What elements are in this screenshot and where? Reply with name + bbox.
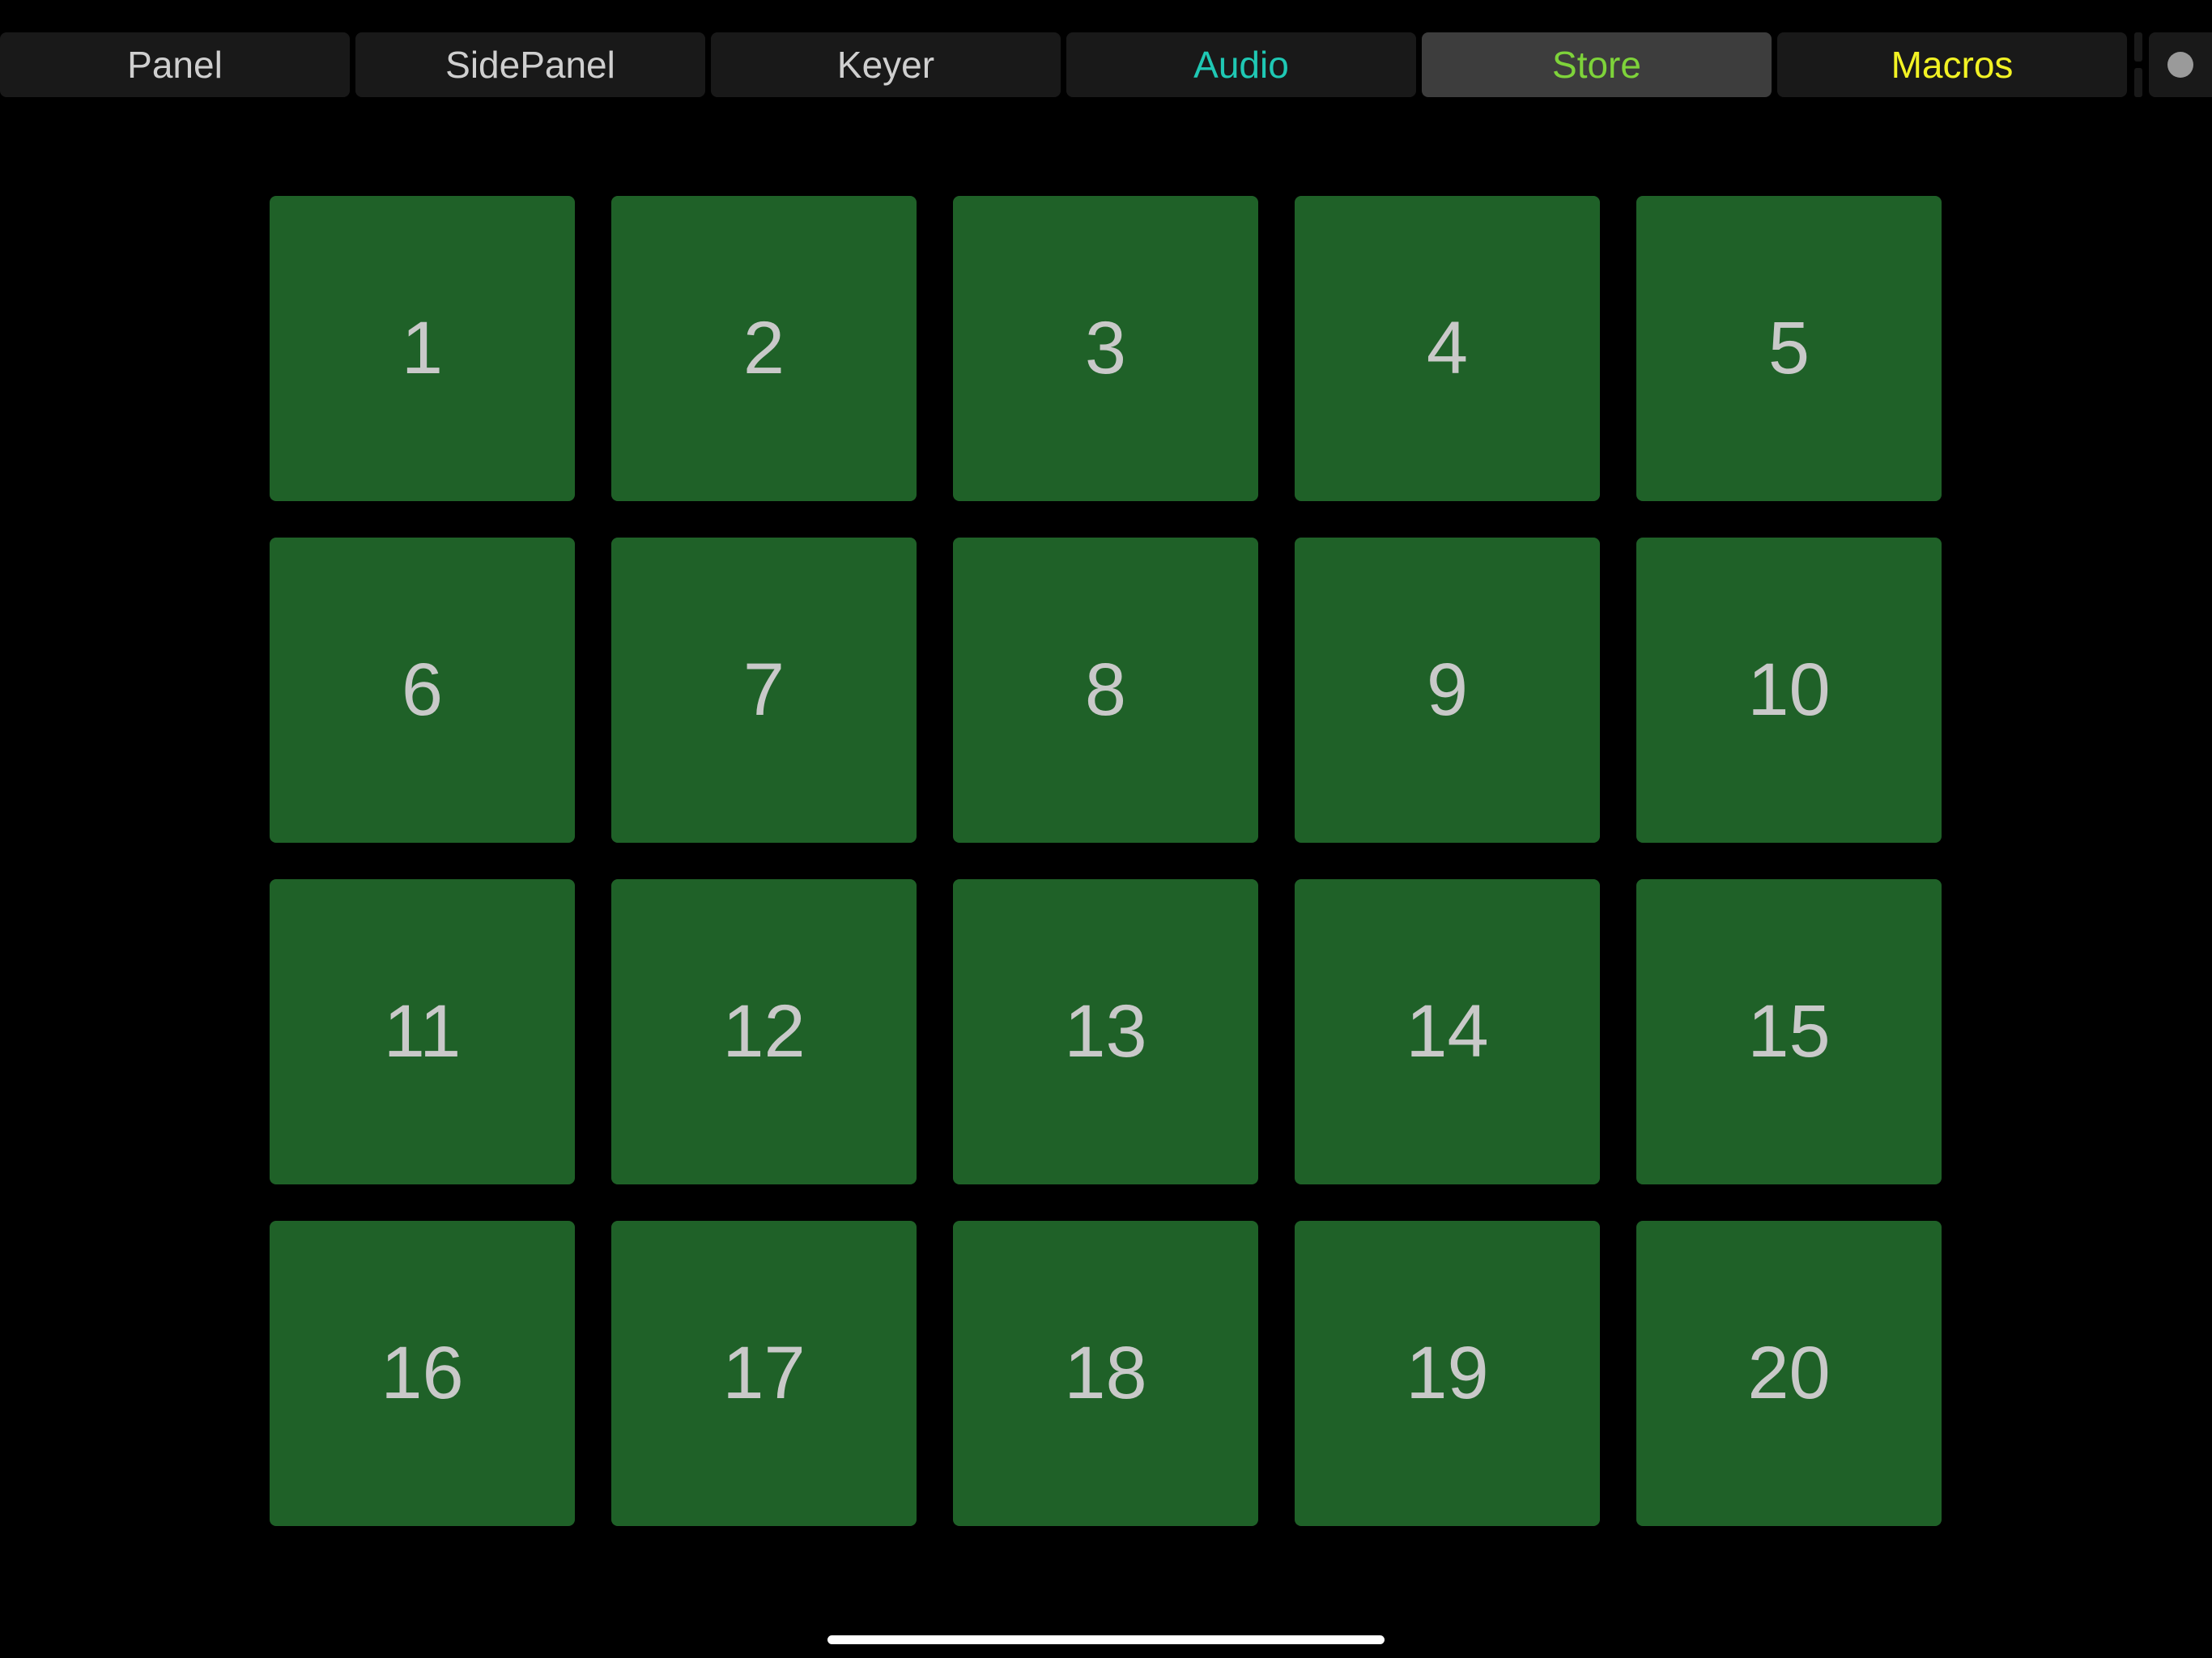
store-slot-9[interactable]: 9 bbox=[1295, 538, 1600, 843]
store-slot-8[interactable]: 8 bbox=[953, 538, 1258, 843]
tab-sidepanel[interactable]: SidePanel bbox=[355, 32, 705, 97]
store-slot-15[interactable]: 15 bbox=[1636, 879, 1942, 1184]
store-slot-17[interactable]: 17 bbox=[611, 1221, 917, 1526]
store-slot-13[interactable]: 13 bbox=[953, 879, 1258, 1184]
store-slot-12[interactable]: 12 bbox=[611, 879, 917, 1184]
store-slot-6[interactable]: 6 bbox=[270, 538, 575, 843]
store-slot-7[interactable]: 7 bbox=[611, 538, 917, 843]
store-slot-14[interactable]: 14 bbox=[1295, 879, 1600, 1184]
store-slot-3[interactable]: 3 bbox=[953, 196, 1258, 501]
store-slot-16[interactable]: 16 bbox=[270, 1221, 575, 1526]
tab-divider bbox=[2134, 32, 2142, 97]
store-slot-4[interactable]: 4 bbox=[1295, 196, 1600, 501]
tab-more-button[interactable] bbox=[2149, 32, 2212, 97]
store-slot-2[interactable]: 2 bbox=[611, 196, 917, 501]
store-slot-19[interactable]: 19 bbox=[1295, 1221, 1600, 1526]
tab-macros[interactable]: Macros bbox=[1777, 32, 2127, 97]
tab-audio[interactable]: Audio bbox=[1066, 32, 1416, 97]
tab-bar: Panel SidePanel Keyer Audio Store Macros bbox=[0, 0, 2212, 100]
tab-store[interactable]: Store bbox=[1422, 32, 1772, 97]
store-slot-18[interactable]: 18 bbox=[953, 1221, 1258, 1526]
store-slot-11[interactable]: 11 bbox=[270, 879, 575, 1184]
dot-icon bbox=[2167, 52, 2193, 78]
store-slot-5[interactable]: 5 bbox=[1636, 196, 1942, 501]
home-indicator[interactable] bbox=[827, 1635, 1385, 1644]
store-slot-1[interactable]: 1 bbox=[270, 196, 575, 501]
store-slot-10[interactable]: 10 bbox=[1636, 538, 1942, 843]
tab-panel[interactable]: Panel bbox=[0, 32, 350, 97]
store-slot-20[interactable]: 20 bbox=[1636, 1221, 1942, 1526]
store-slot-grid: 1 2 3 4 5 6 7 8 9 10 11 12 13 14 15 16 1… bbox=[270, 196, 1942, 1526]
tab-keyer[interactable]: Keyer bbox=[711, 32, 1061, 97]
